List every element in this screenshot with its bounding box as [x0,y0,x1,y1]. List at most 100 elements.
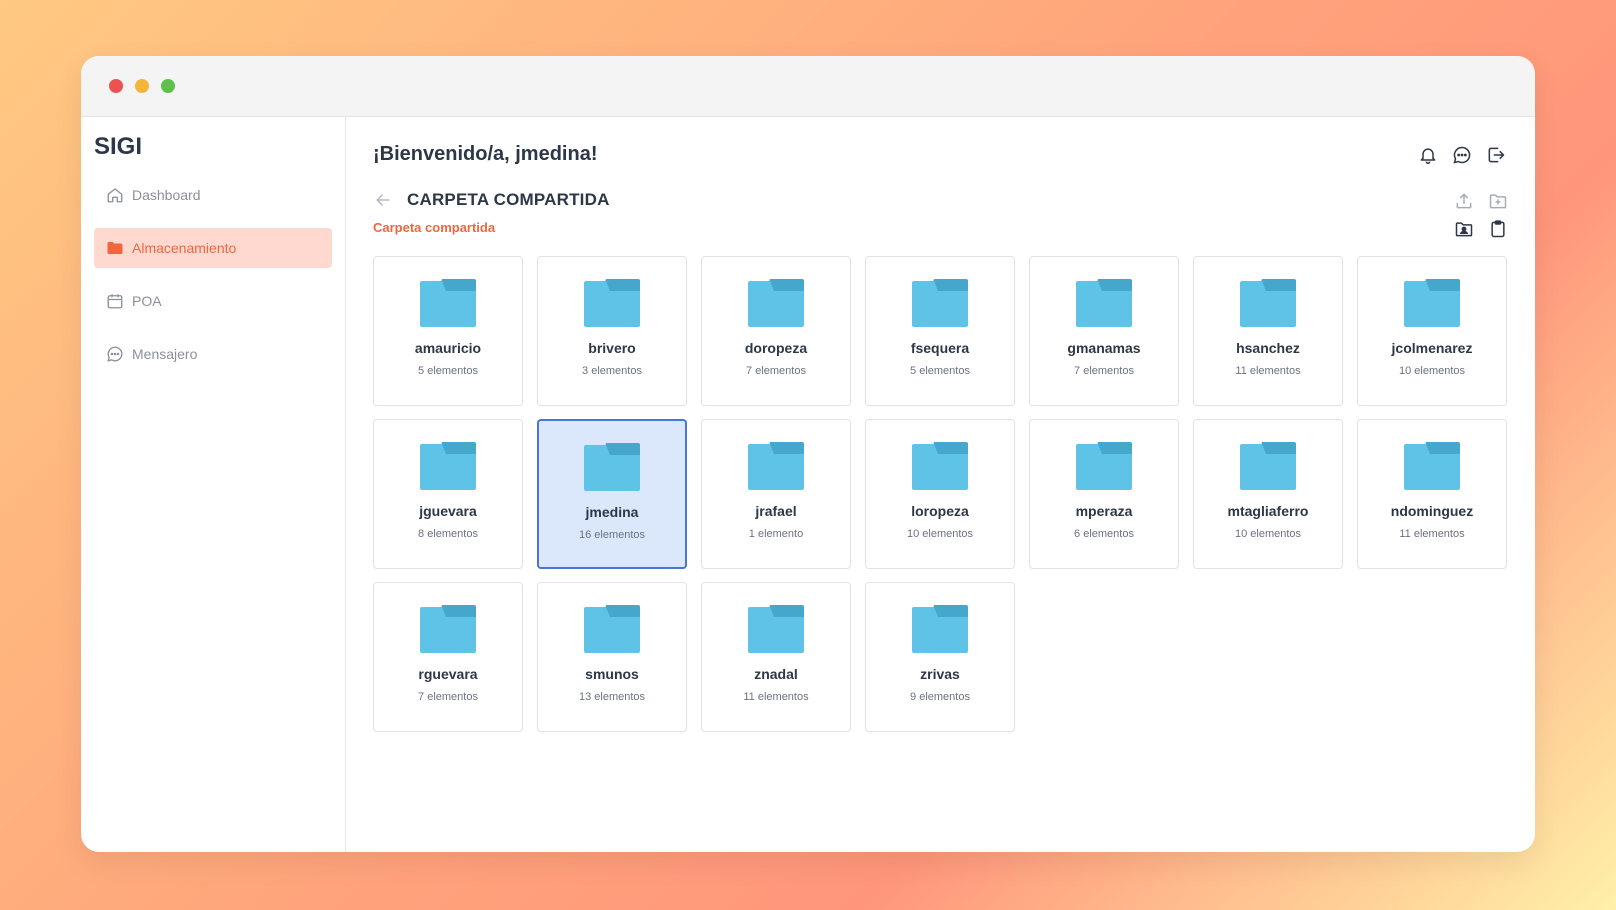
folder-name: jguevara [419,503,477,519]
sidebar-item-label: Mensajero [132,346,198,362]
folder-icon [748,442,804,490]
folder-icon [1076,279,1132,327]
folder-card-jrafael[interactable]: jrafael 1 elemento [701,419,851,569]
logout-button[interactable] [1486,145,1506,165]
home-icon [107,188,123,203]
folder-card-gmanamas[interactable]: gmanamas 7 elementos [1029,256,1179,406]
folder-count: 16 elementos [578,529,646,541]
upload-button[interactable] [1454,191,1474,211]
upload-icon [1456,193,1472,209]
folder-card-doropeza[interactable]: doropeza 7 elementos [701,256,851,406]
folder-count: 11 elementos [743,691,809,703]
maximize-window-dot[interactable] [161,79,175,93]
folder-card-jmedina[interactable]: jmedina 16 elementos [537,419,687,569]
shared-folder-button[interactable] [1454,219,1474,239]
brand-logo: SIGI [94,133,143,160]
sidebar-item-mensajero[interactable]: Mensajero [94,334,332,374]
folder-count: 11 elementos [1399,528,1465,540]
sidebar-item-poa[interactable]: POA [94,281,332,321]
folder-card-loropeza[interactable]: loropeza 10 elementos [865,419,1015,569]
main-panel: ¡Bienvenido/a, jmedina! CARPETA COMPARTI… [346,117,1535,852]
back-button[interactable] [373,190,393,210]
toolbar-top [1454,191,1508,211]
folder-count: 13 elementos [578,691,646,703]
folder-card-znadal[interactable]: znadal 11 elementos [701,582,851,732]
folder-icon [420,279,476,327]
folder-name: mtagliaferro [1227,503,1309,519]
folder-icon [1404,442,1460,490]
folder-icon [1240,442,1296,490]
folder-count: 1 elemento [748,528,804,540]
folder-name: smunos [585,666,639,682]
folder-count: 10 elementos [906,528,974,540]
folder-icon [584,605,640,653]
folder-grid: amauricio 5 elementos brivero 3 elemento… [373,256,1508,732]
folder-card-mtagliaferro[interactable]: mtagliaferro 10 elementos [1193,419,1343,569]
folder-icon [1076,442,1132,490]
sidebar-item-almacenamiento[interactable]: Almacenamiento [94,228,332,268]
sidebar-item-label: Almacenamiento [132,240,237,256]
sidebar-item-dashboard[interactable]: Dashboard [94,175,332,215]
notifications-button[interactable] [1418,145,1438,165]
folder-card-jcolmenarez[interactable]: jcolmenarez 10 elementos [1357,256,1507,406]
folder-card-mperaza[interactable]: mperaza 6 elementos [1029,419,1179,569]
folder-count: 11 elementos [1235,365,1301,377]
folder-card-amauricio[interactable]: amauricio 5 elementos [373,256,523,406]
folder-name: amauricio [414,340,482,356]
folder-card-rguevara[interactable]: rguevara 7 elementos [373,582,523,732]
chat-icon [107,346,123,362]
clipboard-icon [1491,220,1505,238]
folder-card-brivero[interactable]: brivero 3 elementos [537,256,687,406]
folder-name: znadal [754,666,798,682]
clipboard-button[interactable] [1488,219,1508,239]
folder-icon [107,242,123,254]
close-window-dot[interactable] [109,79,123,93]
folder-icon [420,442,476,490]
messages-button[interactable] [1452,145,1472,165]
logout-icon [1488,147,1505,162]
breadcrumb: CARPETA COMPARTIDA [373,190,1508,210]
new-folder-button[interactable] [1488,191,1508,211]
sidebar-item-label: Dashboard [132,187,201,203]
folder-count: 10 elementos [1234,528,1302,540]
folder-card-hsanchez[interactable]: hsanchez 11 elementos [1193,256,1343,406]
toolbar-bottom [1454,219,1508,239]
folder-name: gmanamas [1067,340,1141,356]
page-title: ¡Bienvenido/a, jmedina! [373,143,598,165]
folder-card-ndominguez[interactable]: ndominguez 11 elementos [1357,419,1507,569]
folder-name: jcolmenarez [1391,340,1473,356]
folder-icon [1240,279,1296,327]
folder-icon [748,605,804,653]
folder-count: 10 elementos [1398,365,1466,377]
app-window: SIGI Dashboard Almacenamiento POA Mensaj… [81,56,1535,852]
page-header: ¡Bienvenido/a, jmedina! [373,143,1508,166]
folder-icon [1404,279,1460,327]
minimize-window-dot[interactable] [135,79,149,93]
sidebar-item-label: POA [132,293,162,309]
folder-card-fsequera[interactable]: fsequera 5 elementos [865,256,1015,406]
folder-card-zrivas[interactable]: zrivas 9 elementos [865,582,1015,732]
folder-subtitle: Carpeta compartida [373,220,496,235]
folder-name: hsanchez [1236,340,1300,356]
folder-name: jmedina [585,504,639,520]
folder-count: 7 elementos [1074,365,1134,377]
shared-folder-icon [1455,222,1473,237]
folder-icon [748,279,804,327]
app-content: SIGI Dashboard Almacenamiento POA Mensaj… [81,117,1535,852]
title-bar [81,56,1535,117]
arrow-left-icon [376,194,390,206]
folder-icon [912,442,968,490]
folder-name: zrivas [920,666,960,682]
folder-card-jguevara[interactable]: jguevara 8 elementos [373,419,523,569]
folder-name: brivero [588,340,636,356]
folder-icon [912,279,968,327]
folder-count: 5 elementos [910,365,970,377]
folder-count: 8 elementos [418,528,478,540]
folder-count: 7 elementos [746,365,806,377]
folder-card-smunos[interactable]: smunos 13 elementos [537,582,687,732]
sidebar: SIGI Dashboard Almacenamiento POA Mensaj… [81,117,346,852]
chat-icon [1453,146,1471,164]
folder-name: ndominguez [1390,503,1474,519]
folder-count: 7 elementos [418,691,478,703]
folder-name: mperaza [1075,503,1133,519]
